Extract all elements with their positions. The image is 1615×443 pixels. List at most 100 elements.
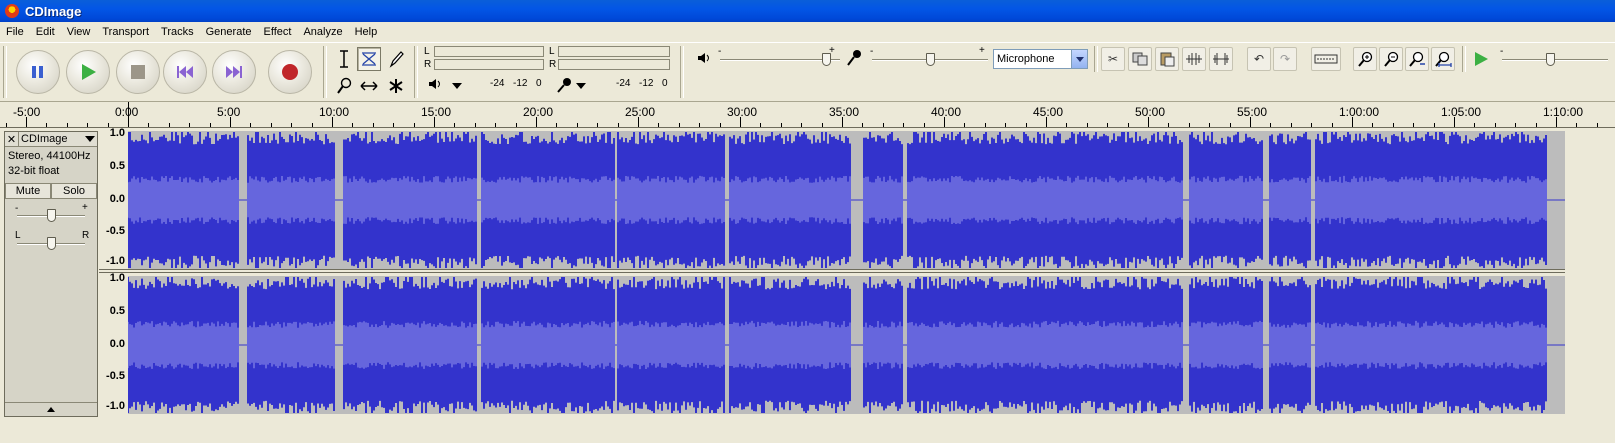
waveform-right-channel[interactable] <box>128 276 1565 414</box>
input-volume-slider[interactable] <box>926 53 935 66</box>
ruler-label: 50:00 <box>1135 105 1166 119</box>
draw-tool[interactable] <box>384 47 408 71</box>
amplitude-tick-label: 0.5 <box>109 159 125 172</box>
redo-button[interactable]: ↷ <box>1273 47 1297 71</box>
envelope-tool[interactable] <box>357 47 381 71</box>
gain-slider[interactable] <box>47 209 56 222</box>
zoom-tool[interactable] <box>332 74 356 98</box>
toolbar-grip[interactable] <box>3 46 7 98</box>
menu-effect[interactable]: Effect <box>258 22 298 42</box>
envelope-icon <box>362 52 376 66</box>
ruler-tick <box>882 123 884 127</box>
ruler-tick <box>1229 123 1231 127</box>
solo-button[interactable]: Solo <box>51 183 97 199</box>
ruler-tick <box>230 117 231 127</box>
record-button[interactable] <box>268 50 312 94</box>
ruler-tick <box>1127 123 1129 127</box>
toolbar-grip[interactable] <box>680 46 684 98</box>
track-name-button[interactable]: CDImage <box>19 133 83 145</box>
double-arrow-icon <box>360 81 378 91</box>
chevron-down-icon[interactable] <box>1071 50 1087 68</box>
ruler-tick <box>495 123 497 127</box>
ruler-label: 1:00:00 <box>1339 105 1380 119</box>
menu-generate[interactable]: Generate <box>200 22 258 42</box>
menu-file[interactable]: File <box>0 22 30 42</box>
menu-transport[interactable]: Transport <box>96 22 155 42</box>
amplitude-tick-label: 1.0 <box>109 127 125 139</box>
ruler-tick <box>964 123 966 127</box>
waveform-left-channel[interactable] <box>128 131 1565 269</box>
input-meter-left[interactable] <box>558 46 670 57</box>
magnifier-icon <box>337 77 352 94</box>
ruler-tick <box>638 117 639 127</box>
pause-button[interactable] <box>16 50 60 94</box>
output-meter-left[interactable] <box>434 46 544 57</box>
skip-end-button[interactable] <box>212 50 256 94</box>
toolbar-grip[interactable] <box>414 46 418 98</box>
i-beam-icon <box>340 50 348 68</box>
play-button[interactable] <box>66 50 110 94</box>
sync-lock-icon <box>1314 54 1338 64</box>
toolbar-grip[interactable] <box>1462 46 1466 72</box>
amplitude-ruler-left-channel: 1.0 0.5 0.0 -0.5 -1.0 <box>99 127 128 269</box>
menu-edit[interactable]: Edit <box>30 22 61 42</box>
multi-tool[interactable] <box>384 74 408 98</box>
ruler-label: 5:00 <box>217 105 241 119</box>
fit-project-button[interactable] <box>1431 47 1455 71</box>
pause-icon <box>32 66 43 78</box>
paste-button[interactable] <box>1155 47 1179 71</box>
output-volume-slider[interactable] <box>821 53 831 66</box>
menu-help[interactable]: Help <box>349 22 384 42</box>
paste-icon <box>1160 52 1175 67</box>
timeline-ruler[interactable]: -5:00 0:00 5:00 10:00 15:00 20:00 25:00 30:00 35… <box>0 101 1615 128</box>
pan-slider[interactable] <box>47 237 56 250</box>
menu-analyze[interactable]: Analyze <box>297 22 348 42</box>
mute-button[interactable]: Mute <box>5 183 51 199</box>
track-menu-button[interactable] <box>83 136 97 142</box>
trim-button[interactable] <box>1182 47 1206 71</box>
track-format-info: Stereo, 44100Hz <box>8 150 91 162</box>
playback-speed-slider[interactable] <box>1545 53 1555 66</box>
microphone-icon <box>556 77 572 96</box>
ruler-tick <box>903 123 905 127</box>
ruler-tick <box>1290 123 1292 127</box>
copy-button[interactable] <box>1128 47 1152 71</box>
input-meter-tick: -24 <box>616 78 631 89</box>
track-control-panel[interactable]: ✕ CDImage Stereo, 44100Hz 32-bit float M… <box>4 131 98 417</box>
zoom-out-button[interactable] <box>1379 47 1403 71</box>
output-meter-menu-arrow[interactable] <box>452 83 462 89</box>
menu-view[interactable]: View <box>61 22 97 42</box>
fit-selection-button[interactable] <box>1405 47 1429 71</box>
ruler-label: 1:05:00 <box>1441 105 1482 119</box>
cut-button[interactable]: ✂ <box>1101 47 1125 71</box>
silence-button[interactable] <box>1209 47 1233 71</box>
zoom-in-button[interactable] <box>1353 47 1377 71</box>
ruler-tick <box>393 123 395 127</box>
ruler-tick <box>801 123 803 127</box>
input-meter-right[interactable] <box>558 59 670 70</box>
close-track-button[interactable]: ✕ <box>5 132 19 146</box>
waveform-graphic <box>128 277 1565 413</box>
skip-start-button[interactable] <box>163 50 207 94</box>
input-meter-menu-arrow[interactable] <box>576 83 586 89</box>
input-source-select[interactable]: Microphone <box>993 49 1088 69</box>
selection-tool[interactable] <box>332 47 356 71</box>
undo-button[interactable]: ↶ <box>1247 47 1271 71</box>
ruler-tick <box>5 123 7 127</box>
menu-tracks[interactable]: Tracks <box>155 22 200 42</box>
ruler-tick <box>719 123 721 127</box>
collapse-track-button[interactable] <box>5 402 97 416</box>
stop-icon <box>131 65 145 79</box>
fit-project-icon <box>1435 51 1452 67</box>
sync-lock-button[interactable] <box>1311 47 1341 71</box>
output-meter-right[interactable] <box>434 59 544 70</box>
ruler-label: 15:00 <box>421 105 452 119</box>
toolbar-grip[interactable] <box>323 46 327 98</box>
ruler-tick <box>1576 123 1578 127</box>
toolbar-grip[interactable] <box>1094 46 1098 72</box>
time-shift-tool[interactable] <box>357 74 381 98</box>
ruler-tick <box>821 123 823 127</box>
audacity-app-icon <box>5 4 19 18</box>
play-at-speed-button[interactable] <box>1469 47 1493 71</box>
stop-button[interactable] <box>116 50 160 94</box>
